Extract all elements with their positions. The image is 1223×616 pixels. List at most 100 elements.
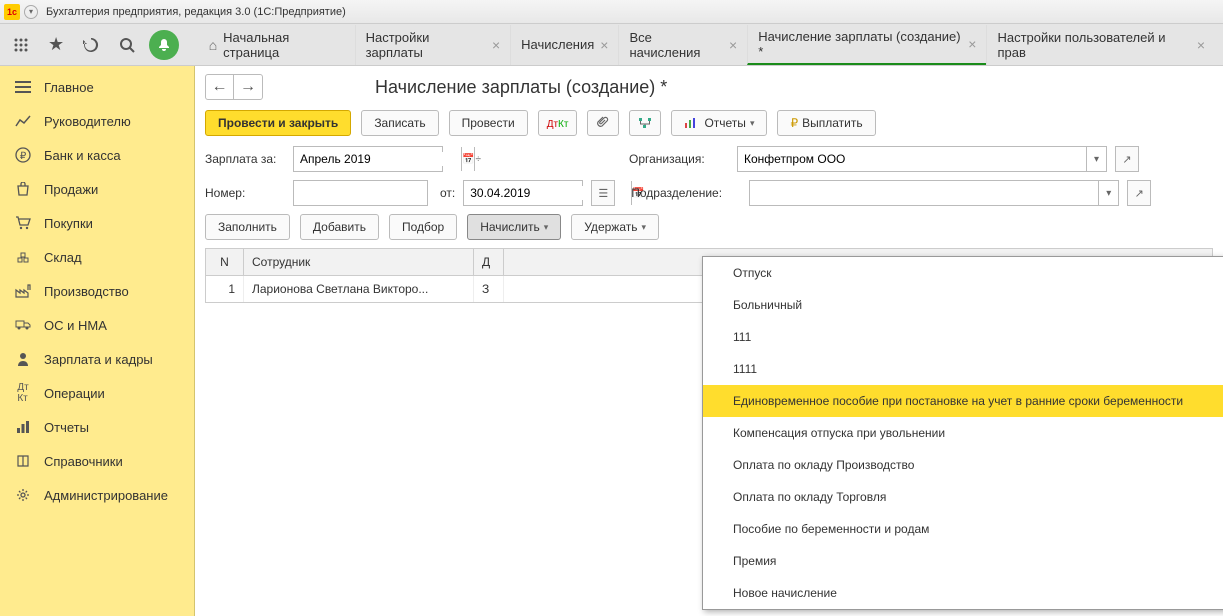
- sidebar-item-1[interactable]: Руководителю: [0, 104, 194, 138]
- col-n[interactable]: N: [206, 249, 244, 275]
- back-button[interactable]: ←: [206, 75, 234, 99]
- bars-icon: [14, 419, 32, 435]
- menu-item-1[interactable]: Больничный: [703, 289, 1223, 321]
- close-icon[interactable]: ×: [968, 36, 976, 52]
- gear-icon: [14, 487, 32, 503]
- sidebar-label: Банк и касса: [44, 148, 121, 163]
- fill-button[interactable]: Заполнить: [205, 214, 290, 240]
- menu-item-6[interactable]: Оплата по окладу Производство: [703, 449, 1223, 481]
- sidebar-item-7[interactable]: ОС и НМА: [0, 308, 194, 342]
- menu-item-5[interactable]: Компенсация отпуска при увольнении: [703, 417, 1223, 449]
- sidebar-item-6[interactable]: Производство: [0, 274, 194, 308]
- add-button[interactable]: Добавить: [300, 214, 379, 240]
- dtkt-button[interactable]: ДтКт: [538, 110, 578, 136]
- search-icon[interactable]: [114, 32, 139, 58]
- star-icon[interactable]: ★: [43, 32, 68, 58]
- sidebar-item-9[interactable]: ДтКтОперации: [0, 376, 194, 410]
- tab-1[interactable]: Настройки зарплаты×: [355, 25, 511, 65]
- close-icon[interactable]: ×: [600, 37, 608, 53]
- form-row-2: Номер: от: 📅 ☰ Подразделение: ▾ ↗: [205, 180, 1213, 206]
- menu-item-4[interactable]: Единовременное пособие при постановке на…: [703, 385, 1223, 417]
- open-ref-button[interactable]: ↗: [1127, 180, 1151, 206]
- sidebar-item-4[interactable]: Покупки: [0, 206, 194, 240]
- write-button[interactable]: Записать: [361, 110, 438, 136]
- calendar-icon[interactable]: 📅: [461, 147, 474, 171]
- col-employee[interactable]: Сотрудник: [244, 249, 474, 275]
- apps-icon[interactable]: [8, 32, 33, 58]
- system-menu-dropdown[interactable]: ▾: [24, 5, 38, 19]
- open-ref-button[interactable]: ↗: [1115, 146, 1139, 172]
- tab-label: Все начисления: [629, 30, 723, 60]
- dropdown-icon[interactable]: ▾: [1086, 147, 1106, 171]
- dtkt-icon: ДтКт: [14, 385, 32, 401]
- menu-item-3[interactable]: 1111: [703, 353, 1223, 385]
- close-icon[interactable]: ×: [1197, 37, 1205, 53]
- window-titlebar: 1c ▾ Бухгалтерия предприятия, редакция 3…: [0, 0, 1223, 24]
- accrue-dropdown-menu: ОтпускБольничный1111111Единовременное по…: [702, 256, 1223, 610]
- tab-2[interactable]: Начисления ×: [510, 25, 618, 65]
- number-input[interactable]: [293, 180, 428, 206]
- dept-field[interactable]: ▾: [749, 180, 1119, 206]
- tab-3[interactable]: Все начисления ×: [618, 25, 747, 65]
- sidebar-item-5[interactable]: Склад: [0, 240, 194, 274]
- accrue-button[interactable]: Начислить: [467, 214, 561, 240]
- book-icon: [14, 453, 32, 469]
- menu-item-7[interactable]: Оплата по окладу Торговля: [703, 481, 1223, 513]
- sidebar-label: Администрирование: [44, 488, 168, 503]
- date-field[interactable]: 📅: [463, 180, 583, 206]
- dropdown-icon[interactable]: ▾: [1098, 181, 1118, 205]
- salary-period-field[interactable]: 📅 ÷: [293, 146, 443, 172]
- sidebar: Главное Руководителю ₽ Банк и касса Продажи П…: [0, 66, 195, 616]
- tab-0[interactable]: ⌂Начальная страница: [199, 25, 355, 65]
- sidebar-label: Производство: [44, 284, 129, 299]
- deduct-button[interactable]: Удержать: [571, 214, 659, 240]
- col-d[interactable]: Д: [474, 249, 504, 275]
- tab-4[interactable]: Начисление зарплаты (создание) * ×: [747, 25, 986, 65]
- sidebar-item-11[interactable]: Справочники: [0, 444, 194, 478]
- spinner-icon[interactable]: ÷: [474, 147, 481, 171]
- list-button[interactable]: ☰: [591, 180, 615, 206]
- menu-item-9[interactable]: Премия: [703, 545, 1223, 577]
- sidebar-label: Покупки: [44, 216, 93, 231]
- forward-button[interactable]: →: [234, 75, 262, 99]
- sidebar-item-2[interactable]: ₽ Банк и касса: [0, 138, 194, 172]
- menu-item-8[interactable]: Пособие по беременности и родам: [703, 513, 1223, 545]
- dept-input[interactable]: [750, 186, 1098, 200]
- bell-icon[interactable]: [149, 30, 178, 60]
- post-and-close-button[interactable]: Провести и закрыть: [205, 110, 351, 136]
- pay-button[interactable]: ₽Выплатить: [777, 110, 875, 136]
- menu-item-2[interactable]: 111: [703, 321, 1223, 353]
- post-button[interactable]: Провести: [449, 110, 528, 136]
- structure-button[interactable]: [629, 110, 661, 136]
- sidebar-item-8[interactable]: Зарплата и кадры: [0, 342, 194, 376]
- attach-button[interactable]: [587, 110, 619, 136]
- sidebar-label: Главное: [44, 80, 94, 95]
- close-icon[interactable]: ×: [729, 37, 737, 53]
- ruble-icon: ₽: [14, 147, 32, 163]
- sidebar-label: Справочники: [44, 454, 123, 469]
- sidebar-item-0[interactable]: Главное: [0, 70, 194, 104]
- app-icon: 1c: [4, 4, 20, 20]
- cell-n: 1: [206, 276, 244, 302]
- tab-label: Начисления: [521, 37, 594, 52]
- menu-item-0[interactable]: Отпуск: [703, 257, 1223, 289]
- sidebar-item-10[interactable]: Отчеты: [0, 410, 194, 444]
- reports-button[interactable]: Отчеты: [671, 110, 767, 136]
- content-area: ← → Начисление зарплаты (создание) * Про…: [195, 66, 1223, 616]
- close-icon[interactable]: ×: [492, 37, 500, 53]
- tab-5[interactable]: Настройки пользователей и прав×: [986, 25, 1215, 65]
- truck-icon: [14, 317, 32, 333]
- select-button[interactable]: Подбор: [389, 214, 457, 240]
- tab-label: Начисление зарплаты (создание) *: [758, 29, 962, 59]
- org-input[interactable]: [738, 152, 1086, 166]
- person-icon: [14, 351, 32, 367]
- sidebar-label: Продажи: [44, 182, 98, 197]
- main-area: Главное Руководителю ₽ Банк и касса Продажи П…: [0, 66, 1223, 616]
- menu-item-10[interactable]: Новое начисление: [703, 577, 1223, 609]
- salary-period-input[interactable]: [294, 152, 461, 166]
- sidebar-item-12[interactable]: Администрирование: [0, 478, 194, 512]
- nav-row: ← → Начисление зарплаты (создание) *: [205, 74, 1213, 100]
- org-field[interactable]: ▾: [737, 146, 1107, 172]
- sidebar-item-3[interactable]: Продажи: [0, 172, 194, 206]
- history-icon[interactable]: [79, 32, 104, 58]
